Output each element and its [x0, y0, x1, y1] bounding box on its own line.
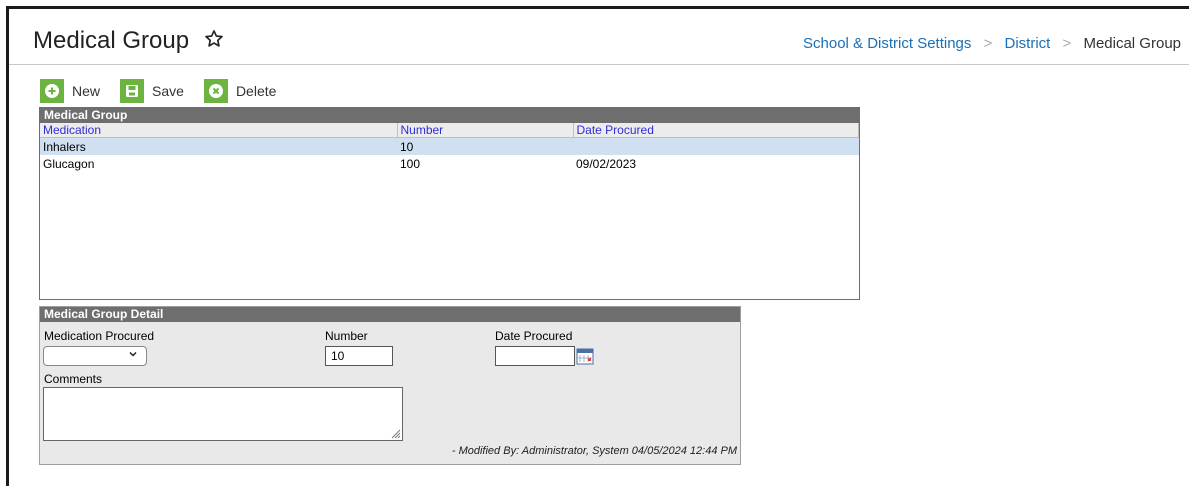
- number-label: Number: [325, 329, 368, 343]
- action-toolbar: New Save Delete: [40, 78, 296, 104]
- cell-medication: Glucagon: [43, 156, 95, 171]
- new-button[interactable]: New: [40, 79, 100, 103]
- save-icon: [120, 79, 145, 103]
- breadcrumb: School & District Settings > District > …: [803, 35, 1181, 52]
- calendar-icon[interactable]: [576, 347, 594, 365]
- date-procured-field[interactable]: [495, 346, 575, 366]
- save-button[interactable]: Save: [120, 79, 184, 103]
- table-header-row: Medication Number Date Procured: [40, 123, 859, 138]
- resize-icon[interactable]: [389, 427, 401, 439]
- header-divider: [9, 64, 1189, 65]
- column-header-number[interactable]: Number: [397, 123, 574, 138]
- modified-by-text: - Modified By: Administrator, System 04/…: [451, 445, 737, 457]
- medical-group-detail-panel: Medical Group Detail Medication Procured…: [39, 306, 741, 465]
- column-header-date-procured[interactable]: Date Procured: [573, 123, 859, 138]
- delete-button[interactable]: Delete: [203, 79, 277, 103]
- plus-icon: [40, 79, 64, 103]
- breadcrumb-current: Medical Group: [1083, 35, 1181, 52]
- table-row[interactable]: Glucagon 100 09/02/2023: [40, 155, 859, 172]
- comments-label: Comments: [44, 372, 103, 386]
- comments-textarea[interactable]: [43, 387, 403, 441]
- main-frame: Medical Group School & District Settings…: [6, 6, 1189, 486]
- date-procured-label: Date Procured: [495, 329, 573, 343]
- medical-group-table: Medication Number Date Procured Inhalers…: [40, 123, 859, 172]
- medication-procured-label: Medication Procured: [44, 329, 155, 343]
- chevron-down-icon: [129, 351, 137, 357]
- cell-date-procured: [573, 137, 859, 155]
- medical-group-grid: Medical Group Medication Number Date Pro…: [39, 107, 860, 300]
- cell-number: 10: [397, 137, 573, 155]
- cell-number: 100: [400, 156, 421, 171]
- page-title: Medical Group: [33, 27, 190, 54]
- medication-procured-select[interactable]: [43, 346, 147, 366]
- breadcrumb-district[interactable]: District: [1005, 35, 1051, 52]
- cell-medication: Inhalers: [40, 137, 397, 155]
- save-button-label: Save: [152, 83, 184, 99]
- star-icon[interactable]: [203, 28, 225, 50]
- number-field[interactable]: [325, 346, 393, 366]
- breadcrumb-school-district-settings[interactable]: School & District Settings: [803, 35, 971, 52]
- detail-title: Medical Group Detail: [40, 307, 740, 322]
- delete-icon: [203, 79, 228, 103]
- table-row[interactable]: Inhalers 10: [40, 137, 859, 155]
- column-header-medication[interactable]: Medication: [40, 123, 398, 138]
- grid-title: Medical Group: [40, 108, 859, 123]
- breadcrumb-separator: >: [1062, 35, 1072, 52]
- delete-button-label: Delete: [235, 83, 277, 99]
- breadcrumb-separator: >: [983, 35, 993, 52]
- cell-date-procured: 09/02/2023: [576, 156, 637, 171]
- new-button-label: New: [72, 83, 101, 99]
